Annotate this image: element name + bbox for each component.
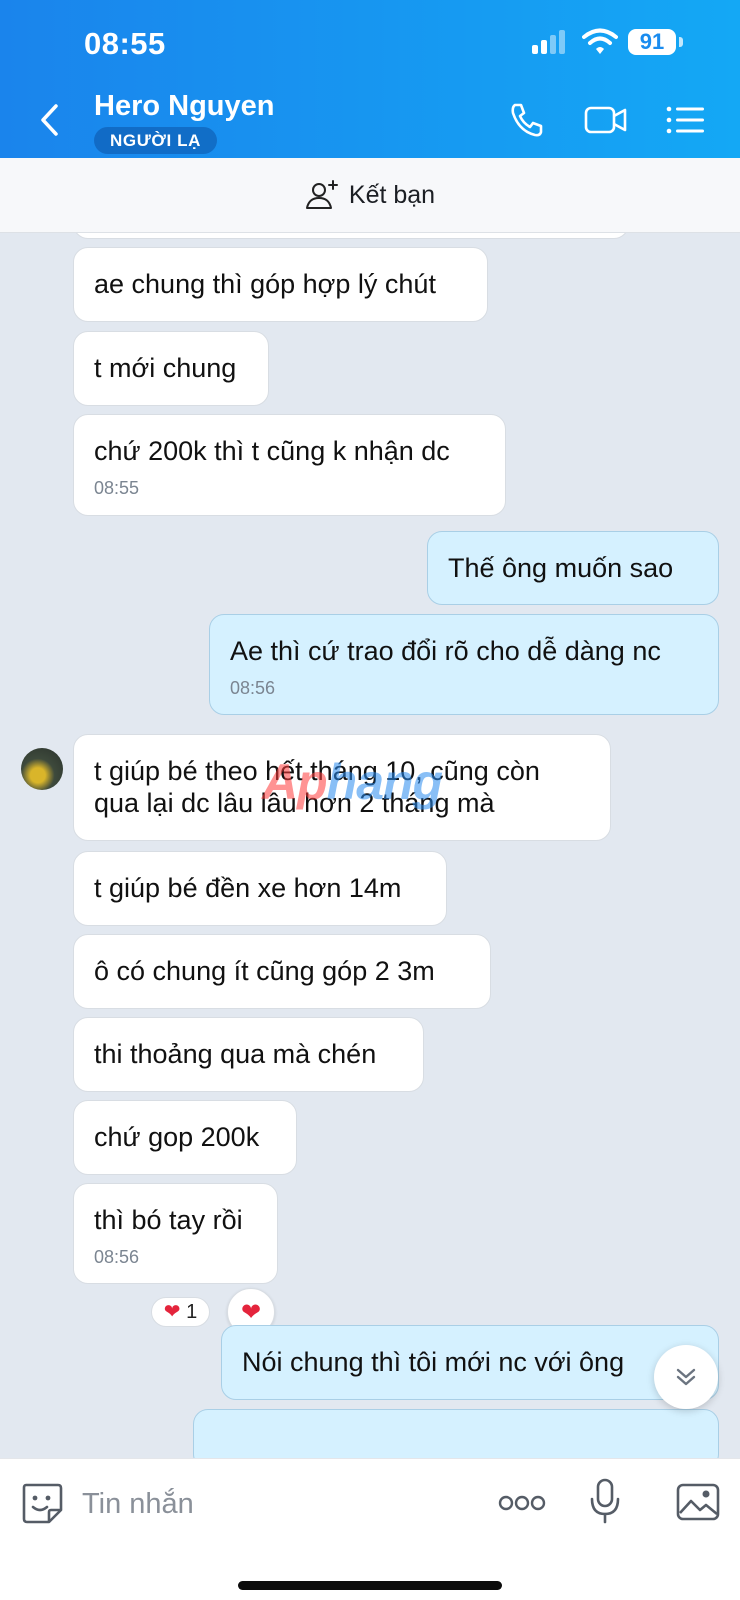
message-text: Nói chung thì tôi mới nc với ông — [242, 1347, 625, 1377]
message-text-line2: qua lại dc lâu lâu hơn 2 tháng mà — [94, 788, 495, 818]
message-text: thi thoảng qua mà chén — [94, 1039, 377, 1069]
back-button[interactable] — [34, 100, 66, 140]
heart-icon: ❤ — [240, 1298, 262, 1326]
message-list[interactable]: ae chung thì góp hợp lý chút t mới chung… — [0, 233, 740, 1458]
message-text: t giúp bé theo hết tháng 10, cũng còn — [94, 756, 540, 786]
chevron-double-down-icon — [676, 1368, 696, 1386]
message-text: t giúp bé đền xe hơn 14m — [94, 873, 402, 903]
contact-name[interactable]: Hero Nguyen — [94, 90, 274, 123]
video-camera-icon[interactable] — [584, 100, 628, 140]
message-bubble-outgoing[interactable]: Nói chung thì tôi mới nc với ông — [221, 1325, 719, 1400]
battery-indicator: 91 — [628, 29, 676, 55]
message-bubble[interactable]: chứ gop 200k — [73, 1100, 297, 1175]
message-text: Thế ông muốn sao — [448, 553, 674, 583]
message-bubble[interactable]: ô có chung ít cũng góp 2 3m — [73, 934, 491, 1009]
message-bubble[interactable]: t giúp bé đền xe hơn 14m — [73, 851, 447, 926]
phone-icon[interactable] — [506, 100, 550, 140]
add-user-icon — [305, 180, 338, 209]
sender-avatar[interactable] — [21, 748, 63, 790]
battery-tip — [679, 37, 683, 47]
message-text: Ae thì cứ trao đổi rõ cho dễ dàng nc — [230, 636, 661, 666]
message-bubble-outgoing[interactable]: Ae thì cứ trao đổi rõ cho dễ dàng nc 08:… — [209, 614, 719, 715]
message-bubble[interactable]: t mới chung — [73, 331, 269, 406]
heart-reaction-icon: ❤ — [163, 1301, 181, 1323]
message-input[interactable] — [82, 1475, 462, 1533]
message-bubble[interactable]: thì bó tay rồi 08:56 — [73, 1183, 278, 1284]
message-bubble[interactable]: chứ 200k thì t cũng k nhận dc 08:55 — [73, 414, 506, 516]
add-friend-label: Kết bạn — [348, 180, 436, 209]
list-menu-icon[interactable] — [664, 100, 708, 140]
message-text: chứ gop 200k — [94, 1122, 260, 1152]
message-text: ae chung thì góp hợp lý chút — [94, 269, 436, 299]
sticker-smiley-icon[interactable] — [20, 1481, 64, 1525]
home-indicator — [238, 1581, 502, 1590]
image-gallery-icon[interactable] — [676, 1481, 720, 1523]
status-time: 08:55 — [84, 26, 166, 61]
message-composer — [0, 1458, 740, 1600]
message-text: ô có chung ít cũng góp 2 3m — [94, 956, 435, 986]
message-bubble-outgoing[interactable]: Thế ông muốn sao — [427, 531, 719, 605]
microphone-icon[interactable] — [589, 1477, 621, 1525]
cellular-signal-icon — [532, 30, 565, 54]
add-friend-button[interactable]: Kết bạn — [0, 158, 740, 233]
reaction-summary[interactable]: ❤ 1 — [151, 1297, 210, 1327]
stranger-badge: NGƯỜI LẠ — [94, 127, 218, 154]
wifi-icon — [582, 28, 618, 54]
message-text: chứ 200k thì t cũng k nhận dc — [94, 436, 450, 466]
more-dots-icon[interactable] — [498, 1493, 546, 1513]
message-bubble[interactable]: t giúp bé theo hết tháng 10, cũng còn qu… — [73, 734, 611, 841]
message-bubble-outgoing-partial[interactable] — [193, 1409, 719, 1458]
reaction-count: 1 — [186, 1301, 198, 1323]
message-bubble-partial[interactable] — [73, 233, 629, 239]
status-bar: 08:55 91 — [0, 0, 740, 86]
message-text: thì bó tay rồi — [94, 1205, 243, 1235]
chat-header: 08:55 91 Hero Nguyen NGƯỜI LẠ — [0, 0, 740, 158]
scroll-to-bottom-button[interactable] — [654, 1345, 718, 1409]
message-timestamp: 08:55 — [94, 478, 140, 498]
message-bubble[interactable]: thi thoảng qua mà chén — [73, 1017, 424, 1092]
message-timestamp: 08:56 — [94, 1247, 140, 1267]
message-text: t mới chung — [94, 353, 237, 383]
message-bubble[interactable]: ae chung thì góp hợp lý chút — [73, 247, 488, 322]
message-timestamp: 08:56 — [230, 678, 276, 698]
